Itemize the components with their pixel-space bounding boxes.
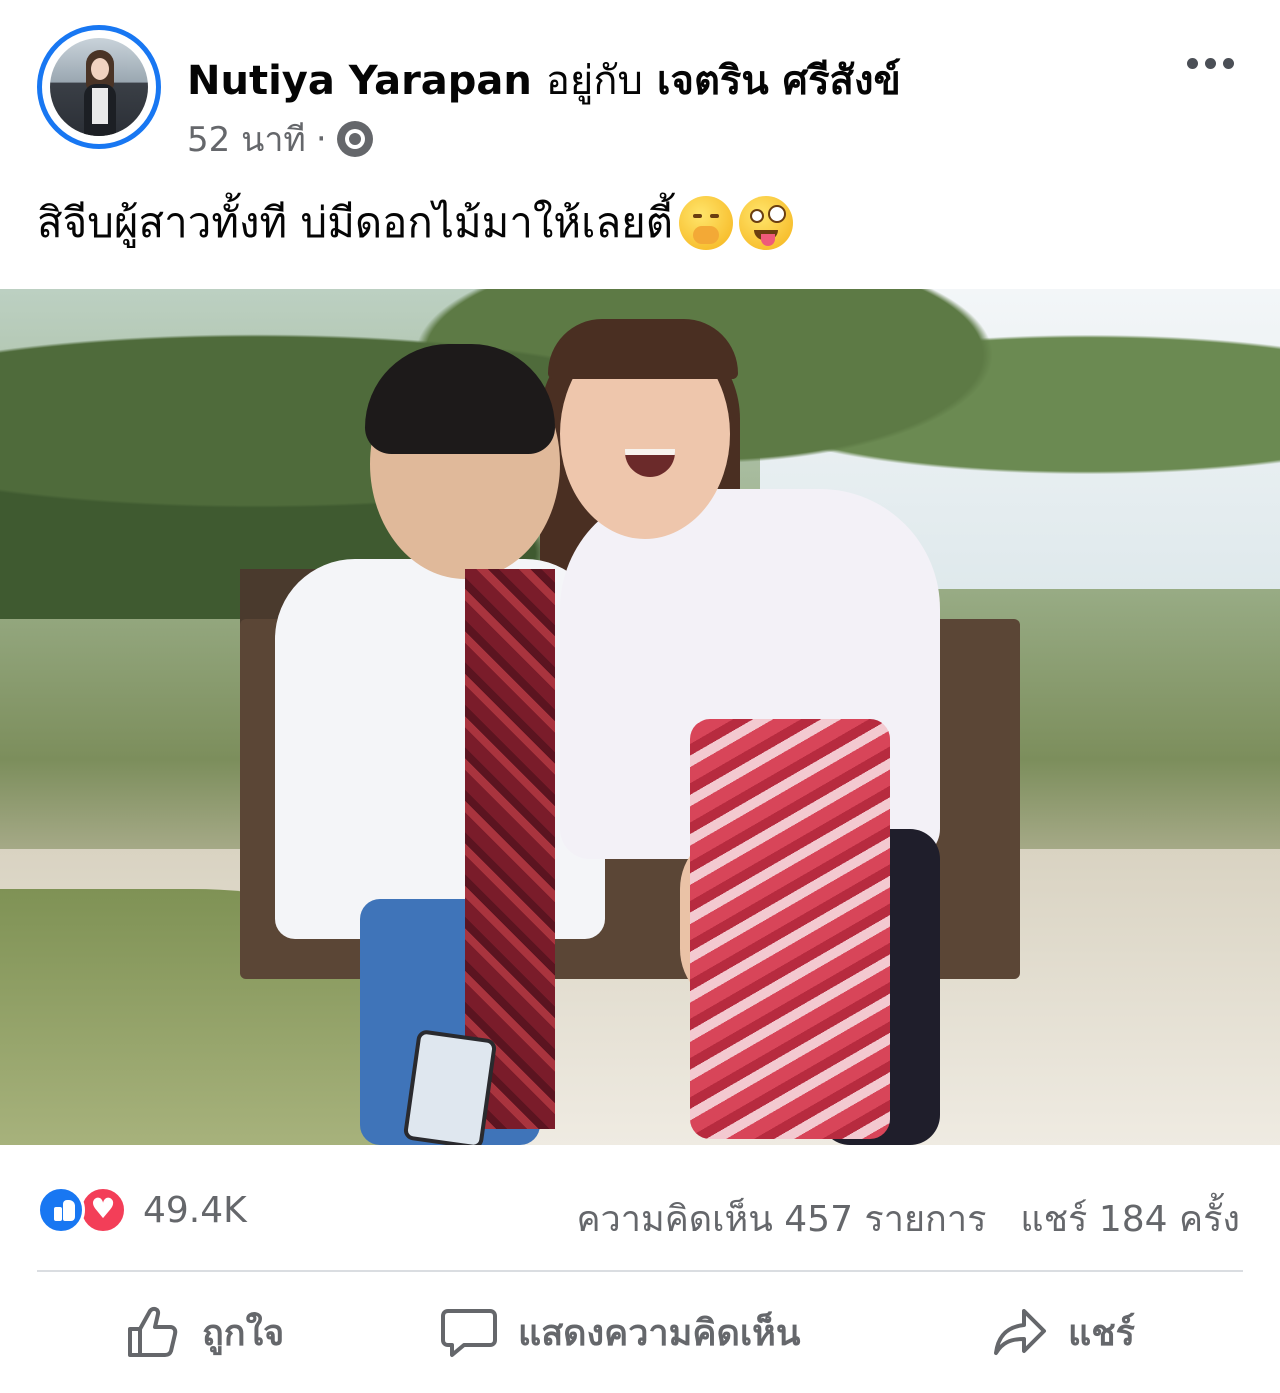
avatar[interactable] bbox=[37, 25, 161, 149]
tagged-name[interactable]: เจตริน ศรีสังข์ bbox=[657, 58, 901, 104]
post-meta: 52 นาที · bbox=[187, 112, 373, 166]
comment-bubble-icon bbox=[441, 1309, 497, 1357]
reactions-summary[interactable]: 49.4K bbox=[37, 1186, 247, 1234]
author-name[interactable]: Nutiya Yarapan bbox=[187, 58, 532, 104]
engagement-counts: ความคิดเห็น 457 รายการ แชร์ 184 ครั้ง bbox=[576, 1190, 1240, 1247]
zany-face-emoji bbox=[739, 196, 794, 250]
love-reaction-icon bbox=[79, 1186, 127, 1234]
like-button[interactable]: ถูกใจ bbox=[124, 1303, 284, 1361]
like-reaction-icon bbox=[37, 1186, 85, 1234]
comment-label: แสดงความคิดเห็น bbox=[518, 1312, 801, 1354]
reaction-count: 49.4K bbox=[143, 1189, 247, 1231]
action-bar: ถูกใจ แสดงความคิดเห็น แชร์ bbox=[0, 1285, 1280, 1385]
post-photo[interactable] bbox=[0, 289, 1280, 1145]
share-label: แชร์ bbox=[1068, 1312, 1135, 1354]
with-text: อยู่กับ bbox=[545, 58, 643, 104]
post-caption: สิจีบผู้สาวทั้งที บ่มีดอกไม้มาให้เลยตี้ bbox=[37, 190, 794, 256]
post-header: Nutiya Yarapan อยู่กับ เจตริน ศรีสังข์ 5… bbox=[0, 0, 1280, 170]
share-count[interactable]: แชร์ 184 ครั้ง bbox=[1020, 1190, 1240, 1247]
post-timestamp[interactable]: 52 นาที bbox=[187, 112, 306, 166]
yawning-face-emoji bbox=[679, 196, 734, 250]
share-button[interactable]: แชร์ bbox=[990, 1303, 1135, 1361]
post-stats: 49.4K ความคิดเห็น 457 รายการ แชร์ 184 คร… bbox=[0, 1170, 1280, 1250]
like-label: ถูกใจ bbox=[202, 1312, 285, 1354]
share-arrow-icon bbox=[994, 1309, 1046, 1355]
caption-text: สิจีบผู้สาวทั้งที บ่มีดอกไม้มาให้เลยตี้ bbox=[37, 198, 674, 247]
avatar-photo bbox=[50, 38, 148, 136]
comment-button[interactable]: แสดงความคิดเห็น bbox=[440, 1303, 800, 1361]
divider bbox=[37, 1270, 1243, 1272]
author-line: Nutiya Yarapan อยู่กับ เจตริน ศรีสังข์ bbox=[187, 48, 901, 112]
globe-icon bbox=[336, 121, 373, 157]
more-options-icon[interactable] bbox=[1187, 58, 1234, 69]
meta-separator: · bbox=[315, 119, 327, 159]
thumbs-up-icon bbox=[128, 1306, 178, 1357]
comment-count[interactable]: ความคิดเห็น 457 รายการ bbox=[576, 1190, 986, 1247]
